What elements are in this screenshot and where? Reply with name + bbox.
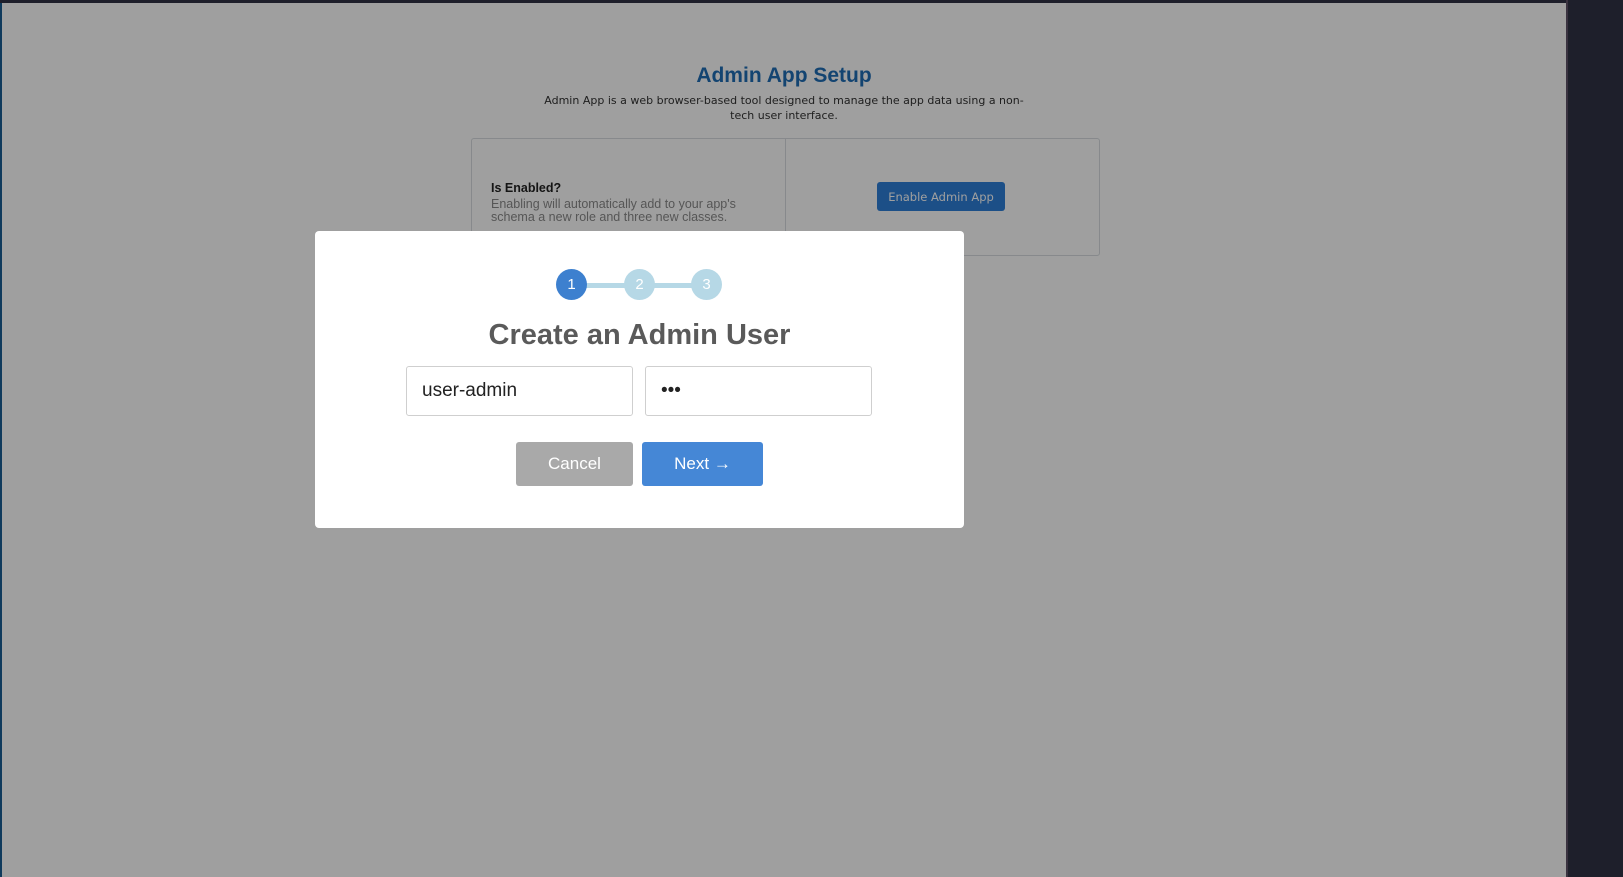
step-indicator: 1 2 3 xyxy=(556,269,726,301)
modal-title: Create an Admin User xyxy=(488,319,791,351)
username-input[interactable] xyxy=(406,366,633,416)
step-3: 3 xyxy=(691,269,722,300)
next-button[interactable]: Next → xyxy=(642,442,763,486)
scrollbar[interactable] xyxy=(1566,0,1568,877)
admin-app-setup-page: Admin App Setup Admin App is a web brows… xyxy=(2,3,1566,877)
cancel-button[interactable]: Cancel xyxy=(516,442,633,486)
create-admin-user-modal: 1 2 3 Create an Admin User Cancel Next → xyxy=(315,231,964,528)
password-input[interactable] xyxy=(645,366,872,416)
step-1: 1 xyxy=(556,269,587,300)
step-2: 2 xyxy=(624,269,655,300)
window-right-edge xyxy=(1566,0,1623,877)
